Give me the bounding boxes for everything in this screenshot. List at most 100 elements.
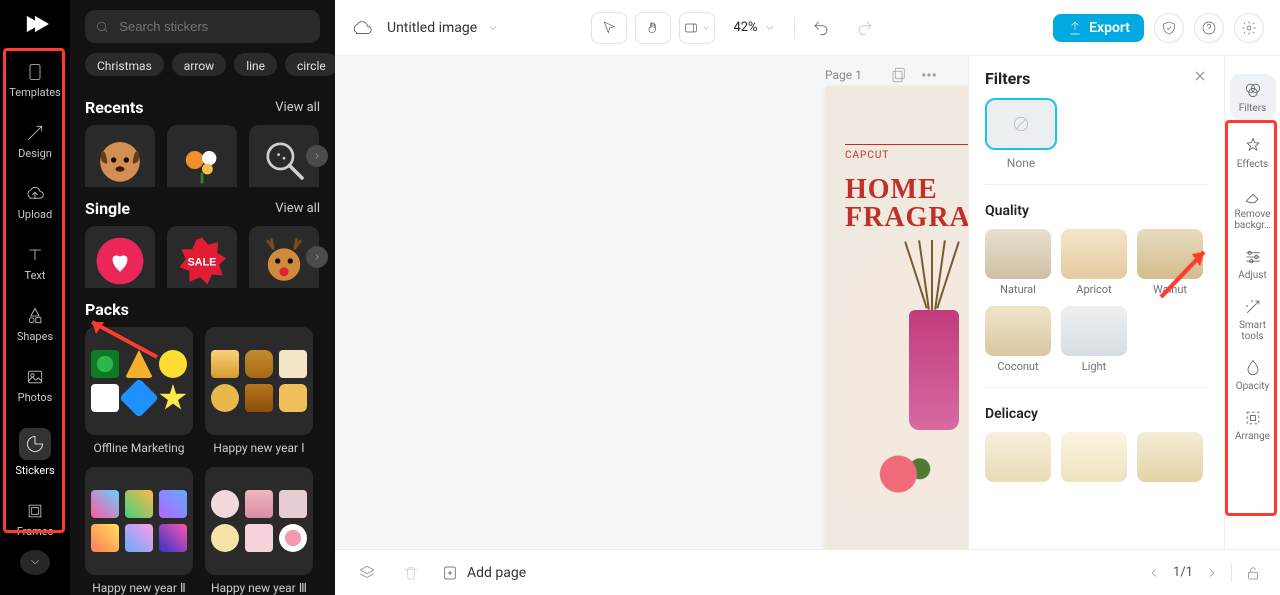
close-panel-button[interactable] [1192,68,1208,88]
magic-icon [1243,297,1263,317]
rr-remove-bg[interactable]: Remove backgr… [1230,186,1276,231]
frames-icon [25,501,45,521]
rr-smart-tools[interactable]: Smart tools [1230,297,1276,342]
rr-label: Effects [1237,159,1268,170]
delete-button[interactable] [397,559,425,587]
prev-page-button[interactable] [1147,566,1161,580]
document-title[interactable]: Untitled image [387,20,499,36]
pack-tile[interactable]: Offline Marketing [85,327,193,455]
sticker-thumb[interactable] [85,125,155,187]
cloud-sync-icon[interactable] [351,17,373,39]
bottom-bar: Add page 1/1 [335,549,1280,595]
main-area: Untitled image 42% Export [335,0,1280,595]
single-viewall[interactable]: View all [275,201,320,216]
filter-none[interactable] [985,98,1057,150]
rail-design[interactable]: Design [13,123,57,160]
chip[interactable]: circle [285,53,335,76]
chevron-down-icon [764,22,776,34]
section-single-title: Single [85,199,130,218]
templates-icon [25,62,45,82]
search-input[interactable] [117,18,310,35]
scroll-right-button[interactable] [306,246,328,268]
sticker-thumb[interactable]: SALE [167,226,237,288]
dog-face-icon [93,133,147,187]
filter-item[interactable]: Apricot [1061,229,1127,296]
recents-viewall[interactable]: View all [275,100,320,115]
ratio-tool[interactable] [679,12,715,44]
rr-filters[interactable]: Filters [1230,74,1276,120]
rr-opacity[interactable]: Opacity [1230,358,1276,392]
help-button[interactable] [1194,13,1224,43]
canvas-tools: 42% [591,12,882,44]
redo-button[interactable] [847,12,883,44]
rr-adjust[interactable]: Adjust [1230,247,1276,281]
rail-frames[interactable]: Frames [13,501,57,538]
filter-item[interactable]: Walnut [1137,229,1203,296]
duplicate-page-icon[interactable] [890,66,908,84]
filter-item[interactable]: Coconut [985,306,1051,373]
rail-stickers[interactable]: Stickers [13,428,57,477]
next-page-button[interactable] [1205,566,1219,580]
sticker-thumb[interactable] [85,226,155,288]
hand-tool[interactable] [635,12,671,44]
rail-shapes[interactable]: Shapes [13,306,57,343]
opacity-icon [1243,358,1263,378]
rr-arrange[interactable]: Arrange [1230,408,1276,442]
export-button[interactable]: Export [1053,14,1144,42]
sticker-thumb[interactable] [167,125,237,187]
filter-item[interactable] [1061,432,1127,482]
divider-line [845,144,968,145]
pack-tile[interactable]: Happy new year Ⅰ [205,327,313,455]
zoom-dropdown[interactable]: 42% [723,12,785,44]
rail-upload[interactable]: Upload [13,184,57,221]
chip[interactable]: line [234,53,277,76]
page-actions [890,66,938,84]
add-page-icon [441,564,459,582]
undo-button[interactable] [803,12,839,44]
page-label: Page 1 [825,68,862,82]
settings-button[interactable] [1234,13,1264,43]
headline: HOME FRAGRANCE [845,176,968,232]
eraser-icon [1243,186,1263,206]
arrange-icon [1243,408,1263,428]
cursor-tool[interactable] [591,12,627,44]
search-icon [95,19,109,35]
scroll-right-button[interactable] [306,145,328,167]
stickers-panel: Christmas arrow line circle Recents View… [70,0,335,595]
diffuser-image[interactable] [845,240,968,500]
pack-tile[interactable]: Happy new year Ⅱ [85,467,193,595]
zoom-value: 42% [733,20,757,35]
delicacy-title: Delicacy [985,406,1208,422]
shield-button[interactable] [1154,13,1184,43]
search-bar[interactable] [85,10,320,43]
add-page-button[interactable]: Add page [441,564,526,582]
rail-more-button[interactable] [20,550,50,575]
delicacy-grid [985,432,1208,482]
recents-row [70,125,335,187]
rail-text[interactable]: Text [13,245,57,282]
filter-item[interactable]: Light [1061,306,1127,373]
chip[interactable]: arrow [172,53,226,76]
quality-title: Quality [985,203,1208,219]
page-card[interactable]: CAPCUT —123-456-789 HOME FRAGRANCE [825,86,968,595]
filter-item[interactable]: Natural [985,229,1051,296]
layers-button[interactable] [353,559,381,587]
filter-item[interactable] [985,432,1051,482]
pack-label: Offline Marketing [85,441,193,455]
rail-label: Shapes [17,330,53,343]
pack-tile[interactable]: Happy new year Ⅲ [205,467,313,595]
chip[interactable]: Christmas [85,53,164,76]
canvas[interactable]: Page 1 CAPCUT —123-456-789 HOME FRAGRANC… [335,56,968,595]
rail-photos[interactable]: Photos [13,367,57,404]
unlock-button[interactable] [1244,564,1262,582]
headline-2: FRAGRANCE [845,204,968,232]
app-logo[interactable] [16,8,54,40]
rail-label: Templates [9,86,60,99]
rr-effects[interactable]: Effects [1230,136,1276,170]
chevron-right-icon [312,252,322,262]
filter-item[interactable] [1137,432,1203,482]
flowers-icon [175,133,229,187]
rr-label: Arrange [1235,431,1270,442]
rail-templates[interactable]: Templates [13,62,57,99]
page-more-icon[interactable] [920,66,938,84]
